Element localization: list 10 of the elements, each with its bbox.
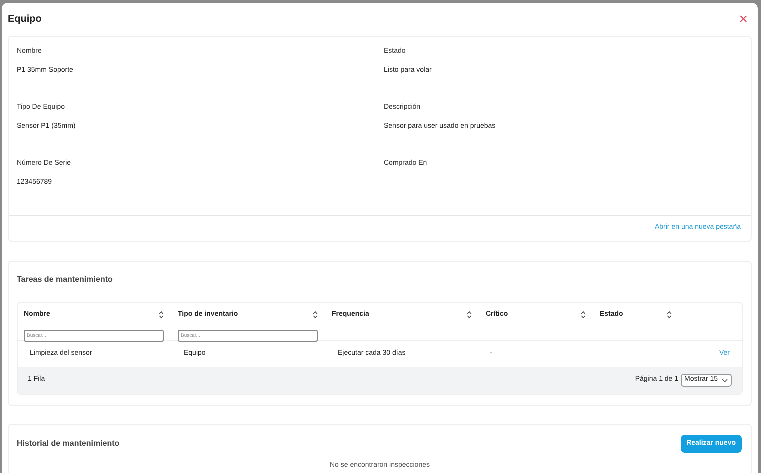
section-title: Tareas de mantenimiento bbox=[17, 274, 114, 286]
window-title: Equipo bbox=[8, 13, 42, 27]
close-button[interactable]: × bbox=[739, 12, 748, 27]
sort-icon[interactable] bbox=[467, 311, 472, 319]
sort-icon[interactable] bbox=[667, 311, 672, 319]
chevron-down-icon bbox=[722, 378, 728, 382]
sort-icon[interactable] bbox=[159, 311, 164, 319]
sort-icon[interactable] bbox=[313, 311, 318, 319]
section-title: Historial de mantenimiento bbox=[17, 438, 120, 450]
sort-icon[interactable] bbox=[581, 311, 586, 319]
